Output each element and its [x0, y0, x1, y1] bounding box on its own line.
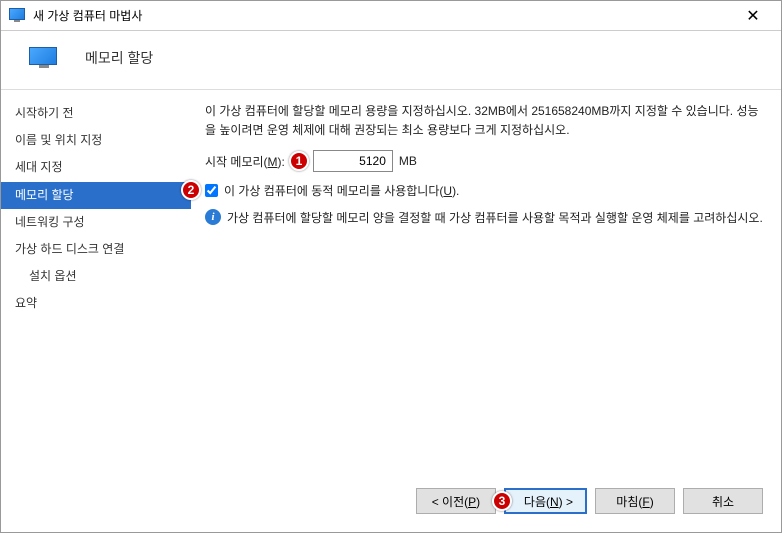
annotation-marker-2: 2 — [181, 180, 201, 200]
sidebar: 시작하기 전 이름 및 위치 지정 세대 지정 메모리 할당 네트워킹 구성 가… — [1, 90, 191, 476]
window-title: 새 가상 컴퓨터 마법사 — [33, 7, 733, 24]
description-text: 이 가상 컴퓨터에 할당할 메모리 용량을 지정하십시오. 32MB에서 251… — [205, 102, 767, 140]
annotation-marker-1: 1 — [289, 151, 309, 171]
dynamic-memory-row: 2 이 가상 컴퓨터에 동적 메모리를 사용합니다(U). — [205, 182, 767, 199]
info-row: i 가상 컴퓨터에 할당할 메모리 양을 결정할 때 가상 컴퓨터를 사용할 목… — [205, 209, 767, 227]
sidebar-item-networking[interactable]: 네트워킹 구성 — [1, 209, 191, 236]
sidebar-item-summary[interactable]: 요약 — [1, 290, 191, 317]
close-icon[interactable]: ✕ — [733, 6, 773, 26]
next-button[interactable]: 다음(N) > — [504, 488, 587, 514]
wizard-window: 새 가상 컴퓨터 마법사 ✕ 메모리 할당 시작하기 전 이름 및 위치 지정 … — [0, 0, 782, 533]
start-memory-unit: MB — [399, 154, 417, 168]
sidebar-item-memory[interactable]: 메모리 할당 — [1, 182, 191, 209]
wizard-body: 시작하기 전 이름 및 위치 지정 세대 지정 메모리 할당 네트워킹 구성 가… — [1, 89, 781, 476]
info-icon: i — [205, 209, 221, 225]
sidebar-item-generation[interactable]: 세대 지정 — [1, 154, 191, 181]
titlebar: 새 가상 컴퓨터 마법사 ✕ — [1, 1, 781, 31]
finish-button[interactable]: 마침(F) — [595, 488, 675, 514]
page-title: 메모리 할당 — [85, 48, 153, 68]
content-panel: 이 가상 컴퓨터에 할당할 메모리 용량을 지정하십시오. 32MB에서 251… — [191, 90, 781, 476]
header-icon — [29, 47, 61, 69]
wizard-header: 메모리 할당 — [1, 31, 781, 89]
dynamic-memory-label: 이 가상 컴퓨터에 동적 메모리를 사용합니다(U). — [224, 182, 459, 199]
sidebar-item-install-options[interactable]: 설치 옵션 — [1, 263, 191, 290]
sidebar-item-vhd[interactable]: 가상 하드 디스크 연결 — [1, 236, 191, 263]
cancel-button[interactable]: 취소 — [683, 488, 763, 514]
footer: < 이전(P) 3 다음(N) > 마침(F) 취소 — [1, 476, 781, 532]
info-text: 가상 컴퓨터에 할당할 메모리 양을 결정할 때 가상 컴퓨터를 사용할 목적과… — [227, 209, 763, 227]
dynamic-memory-checkbox[interactable] — [205, 184, 218, 197]
start-memory-label: 시작 메모리(M): — [205, 153, 285, 170]
sidebar-item-name-location[interactable]: 이름 및 위치 지정 — [1, 127, 191, 154]
prev-button[interactable]: < 이전(P) — [416, 488, 496, 514]
annotation-marker-3: 3 — [492, 491, 512, 511]
start-memory-row: 시작 메모리(M): 1 MB — [205, 150, 767, 172]
app-icon — [9, 8, 25, 24]
start-memory-input[interactable] — [313, 150, 393, 172]
sidebar-item-before-begin[interactable]: 시작하기 전 — [1, 100, 191, 127]
